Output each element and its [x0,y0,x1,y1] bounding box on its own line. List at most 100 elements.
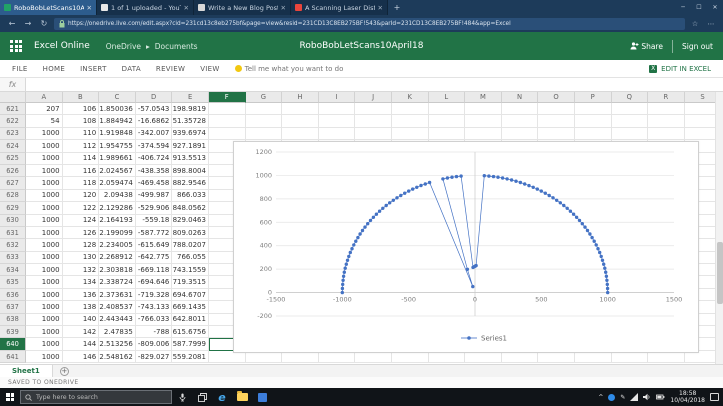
cell-D632[interactable]: -615.649 [136,239,173,251]
cell-D629[interactable]: -529.906 [136,202,173,214]
cell-L623[interactable] [429,128,466,140]
row-header-632[interactable]: 632 [0,239,26,251]
cell-C627[interactable]: 2.059474 [99,177,136,189]
row-header-627[interactable]: 627 [0,177,26,189]
cell-L622[interactable] [429,115,466,127]
cell-C634[interactable]: 2.303818 [99,264,136,276]
microphone-button[interactable] [172,388,192,406]
row-header-634[interactable]: 634 [0,264,26,276]
tray-expand-icon[interactable]: ^ [598,394,603,401]
cell-D628[interactable]: -499.987 [136,190,173,202]
cell-H622[interactable] [282,115,319,127]
pen-tray-icon[interactable]: ✎ [620,394,625,401]
cell-E623[interactable]: 939.6974 [172,128,209,140]
cell-D621[interactable]: -57.0543 [136,103,173,115]
cell-N621[interactable] [502,103,539,115]
cell-A630[interactable]: 1000 [26,215,63,227]
row-header-625[interactable]: 625 [0,153,26,165]
cell-E640[interactable]: 587.7999 [172,338,209,350]
row-header-640[interactable]: 640 [0,338,26,350]
column-header-P[interactable]: P [575,92,612,103]
cell-B641[interactable]: 146 [63,351,100,363]
cell-D635[interactable]: -694.646 [136,276,173,288]
cell-B635[interactable]: 134 [63,276,100,288]
cell-B630[interactable]: 124 [63,215,100,227]
cell-C625[interactable]: 1.989661 [99,153,136,165]
app-launcher-icon[interactable] [10,40,22,52]
edit-in-excel-button[interactable]: X EDIT IN EXCEL [649,65,711,73]
column-header-B[interactable]: B [63,92,100,103]
cell-B633[interactable]: 130 [63,252,100,264]
row-header-638[interactable]: 638 [0,314,26,326]
cell-J622[interactable] [355,115,392,127]
cell-B623[interactable]: 110 [63,128,100,140]
cell-E638[interactable]: 642.8011 [172,314,209,326]
cell-A637[interactable]: 1000 [26,301,63,313]
menu-item-insert[interactable]: INSERT [80,65,107,73]
tab-close-icon[interactable]: ✕ [184,4,189,12]
close-button[interactable]: ✕ [707,0,723,15]
menu-item-file[interactable]: FILE [12,65,28,73]
volume-icon[interactable] [643,393,651,401]
cell-A625[interactable]: 1000 [26,153,63,165]
cell-C632[interactable]: 2.234005 [99,239,136,251]
task-view-button[interactable] [192,388,212,406]
cell-E625[interactable]: 913.5513 [172,153,209,165]
cell-D636[interactable]: -719.328 [136,289,173,301]
cell-E622[interactable]: 51.35728 [172,115,209,127]
cell-F622[interactable] [209,115,246,127]
menu-item-view[interactable]: VIEW [200,65,219,73]
refresh-button[interactable]: ↻ [38,19,50,28]
cell-K623[interactable] [392,128,429,140]
row-header-624[interactable]: 624 [0,140,26,152]
tab-close-icon[interactable]: ✕ [281,4,286,12]
cell-I622[interactable] [319,115,356,127]
cell-D634[interactable]: -669.118 [136,264,173,276]
cell-B628[interactable]: 120 [63,190,100,202]
cell-C637[interactable]: 2.408537 [99,301,136,313]
cell-N622[interactable] [502,115,539,127]
row-header-633[interactable]: 633 [0,252,26,264]
favorite-icon[interactable]: ☆ [689,20,701,28]
cell-E627[interactable]: 882.9546 [172,177,209,189]
row-header-635[interactable]: 635 [0,276,26,288]
cell-C621[interactable]: 1.850036 [99,103,136,115]
cell-P621[interactable] [575,103,612,115]
cell-B632[interactable]: 128 [63,239,100,251]
cell-B621[interactable]: 106 [63,103,100,115]
row-header-623[interactable]: 623 [0,128,26,140]
taskbar-search[interactable]: Type here to search [20,390,172,404]
cell-E641[interactable]: 559.2081 [172,351,209,363]
cell-A633[interactable]: 1000 [26,252,63,264]
cell-C624[interactable]: 1.954755 [99,140,136,152]
cell-I621[interactable] [319,103,356,115]
onedrive-tray-icon[interactable] [608,394,615,401]
cell-C622[interactable]: 1.884942 [99,115,136,127]
network-icon[interactable] [630,393,638,401]
cell-B637[interactable]: 138 [63,301,100,313]
cell-B639[interactable]: 142 [63,326,100,338]
cell-B638[interactable]: 140 [63,314,100,326]
cell-I623[interactable] [319,128,356,140]
cell-C641[interactable]: 2.548162 [99,351,136,363]
cell-C623[interactable]: 1.919848 [99,128,136,140]
cell-D624[interactable]: -374.594 [136,140,173,152]
cell-A638[interactable]: 1000 [26,314,63,326]
cell-F623[interactable] [209,128,246,140]
cell-H623[interactable] [282,128,319,140]
cell-K622[interactable] [392,115,429,127]
cell-K621[interactable] [392,103,429,115]
cell-E628[interactable]: 866.033 [172,190,209,202]
cell-M622[interactable] [465,115,502,127]
cell-A626[interactable]: 1000 [26,165,63,177]
row-header-641[interactable]: 641 [0,351,26,363]
cell-E634[interactable]: 743.1559 [172,264,209,276]
row-header-636[interactable]: 636 [0,289,26,301]
row-header-629[interactable]: 629 [0,202,26,214]
cell-A623[interactable]: 1000 [26,128,63,140]
cell-D641[interactable]: -829.027 [136,351,173,363]
row-header-639[interactable]: 639 [0,326,26,338]
row-header-621[interactable]: 621 [0,103,26,115]
cell-B622[interactable]: 108 [63,115,100,127]
cell-B629[interactable]: 122 [63,202,100,214]
